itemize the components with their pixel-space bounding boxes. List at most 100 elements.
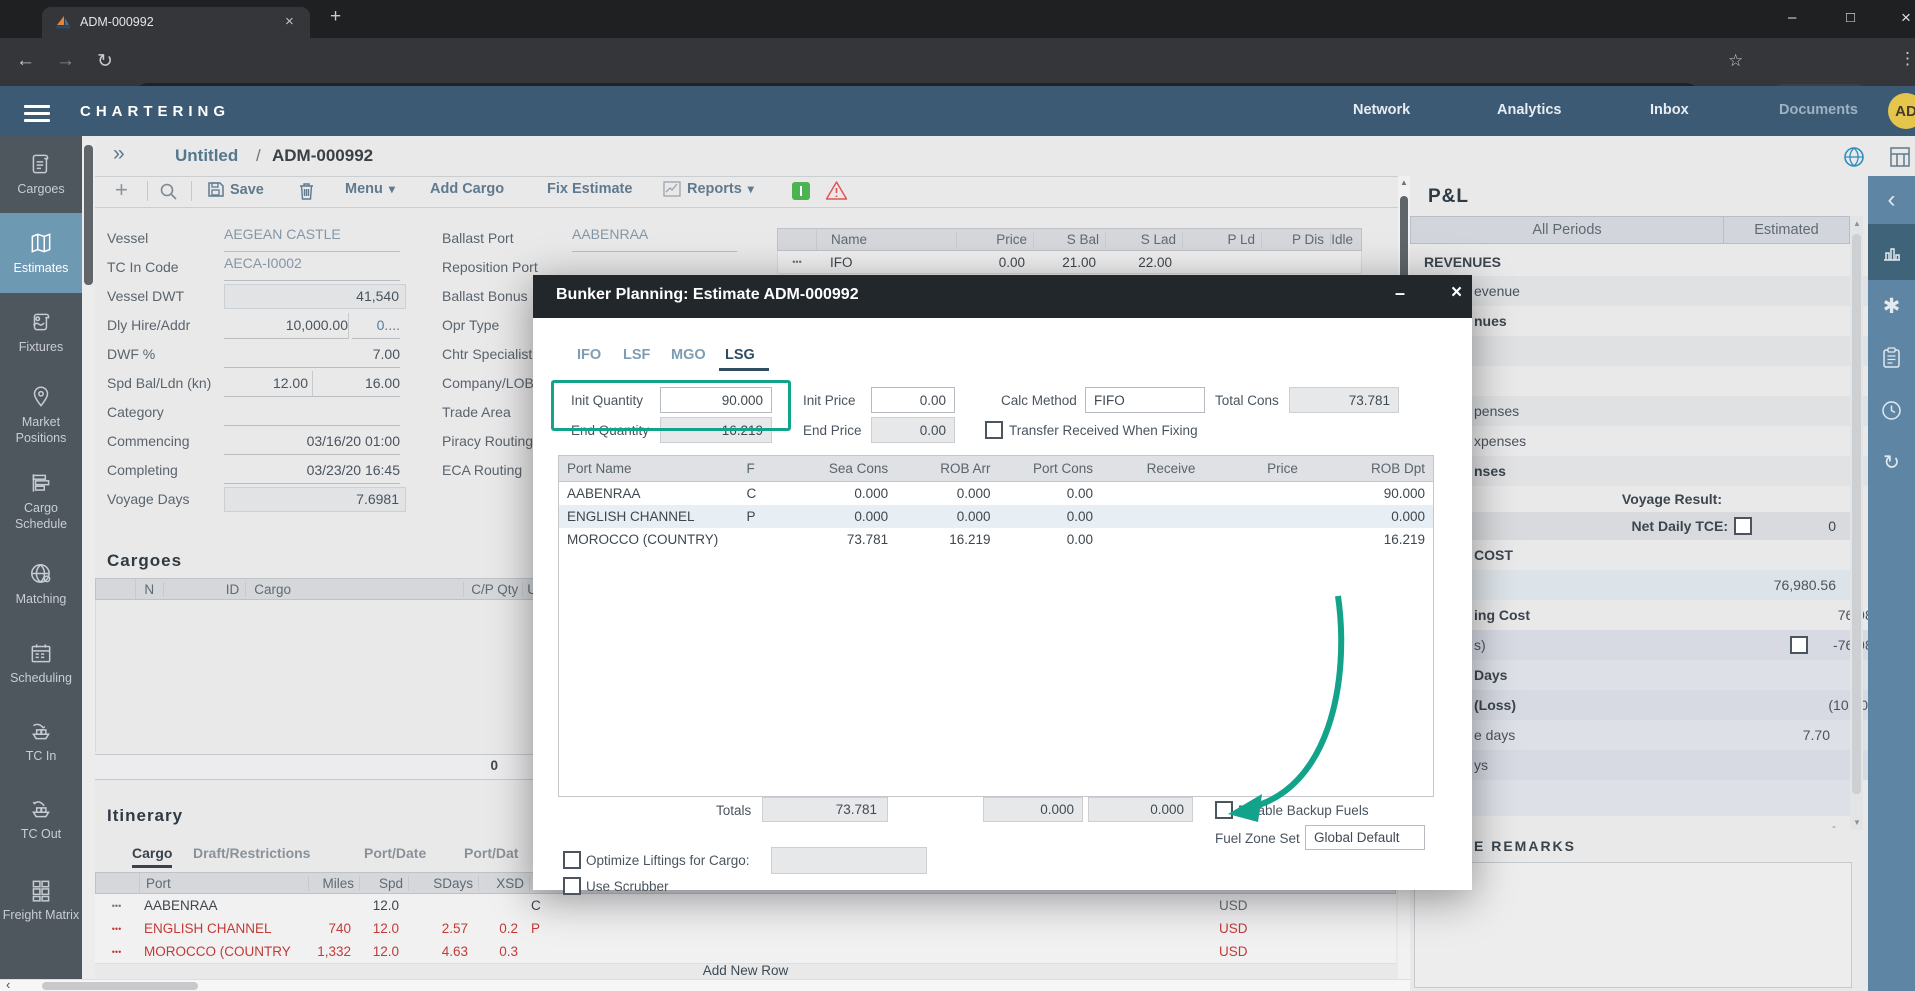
pnl-row[interactable] (1410, 336, 1914, 366)
modal-tab-ifo[interactable]: IFO (577, 347, 601, 363)
pnl-row[interactable]: penses (1410, 396, 1914, 426)
pnl-row[interactable]: evenue (1410, 276, 1914, 306)
reports-button[interactable]: Reports▾ (663, 181, 754, 197)
estimate-remarks-box[interactable] (1414, 862, 1852, 988)
optimize-liftings-checkbox[interactable] (563, 851, 581, 869)
sidebar-item-fixtures[interactable]: Fixtures (0, 293, 82, 371)
avatar[interactable]: AD (1888, 93, 1915, 129)
cargoes-empty-body[interactable] (95, 600, 539, 752)
clock-icon[interactable] (1868, 384, 1915, 436)
bunker-row[interactable]: ENGLISH CHANNELP 0.0000.000 0.00 0.000 (559, 505, 1433, 528)
calc-method-select[interactable]: FIFO (1085, 387, 1205, 413)
clipboard-icon[interactable] (1868, 332, 1915, 384)
modal-tab-mgo[interactable]: MGO (671, 347, 706, 363)
tab-cargo[interactable]: Cargo (132, 845, 172, 868)
sidebar-item-estimates[interactable]: Estimates (0, 213, 82, 293)
forward-icon[interactable]: → (56, 50, 75, 72)
back-icon[interactable]: ← (16, 50, 35, 72)
category-field[interactable] (224, 400, 400, 426)
sidebar-item-tc-in[interactable]: TC In (0, 702, 82, 780)
scroll-up-icon[interactable]: ▲ (1400, 178, 1408, 187)
content-left-scrollbar[interactable] (82, 140, 95, 979)
breadcrumb-untitled[interactable]: Untitled (175, 146, 238, 166)
row-more-icon[interactable]: ••• (95, 947, 138, 957)
settings-gear-icon[interactable]: ✱ (1868, 280, 1915, 332)
speed-ballast-field[interactable]: 12.00 (224, 371, 313, 397)
row-more-icon[interactable]: ••• (778, 257, 816, 267)
use-scrubber-checkbox[interactable] (563, 877, 581, 895)
bunker-row[interactable]: MOROCCO (COUNTRY) 73.78116.219 0.00 16.2… (559, 528, 1433, 551)
hamburger-menu-icon[interactable] (24, 101, 50, 126)
scroll-up-icon[interactable]: ▲ (1853, 219, 1861, 228)
nav-inbox[interactable]: Inbox (1650, 102, 1689, 118)
pnl-row[interactable]: xpenses (1410, 426, 1914, 456)
bottom-horizontal-scrollbar[interactable]: ‹ (0, 979, 1410, 991)
speed-laden-field[interactable]: 16.00 (312, 371, 400, 397)
reload-icon[interactable]: ↻ (97, 50, 113, 73)
window-close-icon[interactable]: × (1901, 8, 1911, 28)
dwf-field[interactable]: 7.00 (224, 342, 400, 368)
bookmark-star-icon[interactable]: ☆ (1728, 51, 1743, 71)
collapse-panel-icon[interactable]: ‹ (1868, 176, 1915, 224)
addr-commission-field[interactable]: 0.... (352, 313, 400, 339)
modal-minimize-icon[interactable]: – (1395, 283, 1405, 304)
pnl-checkbox[interactable] (1790, 636, 1808, 654)
pnl-row[interactable]: e days7.70 (1410, 720, 1914, 750)
fix-estimate-button[interactable]: Fix Estimate (547, 181, 632, 197)
browser-tab[interactable]: ADM-000992 × (42, 7, 310, 38)
pnl-scrollbar[interactable]: ▲ ▼ (1850, 216, 1863, 830)
row-more-icon[interactable]: ••• (95, 924, 138, 934)
menu-button[interactable]: Menu▾ (345, 181, 395, 197)
layout-grid-icon[interactable] (1889, 146, 1911, 168)
pnl-row[interactable]: (Loss)(10,000.00) (1410, 690, 1914, 720)
modal-close-icon[interactable]: × (1451, 282, 1462, 304)
nav-network[interactable]: Network (1353, 102, 1410, 118)
window-minimize-icon[interactable]: – (1788, 9, 1796, 26)
modal-header[interactable]: Bunker Planning: Estimate ADM-000992 – × (533, 275, 1472, 318)
bunker-row[interactable]: AABENRAAC 0.0000.000 0.00 90.000 (559, 482, 1433, 505)
new-tab-icon[interactable]: + (330, 6, 341, 28)
itinerary-row[interactable]: ••• AABENRAA 12.0 C USD (95, 894, 1396, 918)
browser-menu-icon[interactable]: ⋮ (1899, 49, 1915, 69)
pnl-row[interactable]: Days7.70 (1410, 660, 1914, 690)
locked-status-icon[interactable] (792, 182, 810, 200)
sidebar-item-freight-matrix[interactable]: Freight Matrix (0, 858, 82, 943)
add-icon[interactable]: + (115, 177, 128, 203)
pnl-row[interactable]: nues (1410, 306, 1914, 336)
itinerary-row[interactable]: ••• ENGLISH CHANNEL 740 12.0 2.57 0.2 P … (95, 917, 1396, 941)
search-icon[interactable] (159, 182, 178, 201)
pnl-row[interactable] (1410, 366, 1914, 396)
add-cargo-button[interactable]: Add Cargo (430, 181, 504, 197)
completing-field[interactable]: 03/23/20 16:45 (224, 458, 400, 484)
window-maximize-icon[interactable]: □ (1846, 9, 1855, 26)
optimize-liftings-input[interactable] (771, 847, 927, 874)
pnl-col-estimated[interactable]: Estimated (1724, 222, 1849, 238)
tab-close-icon[interactable]: × (285, 13, 294, 30)
sidebar-item-cargoes[interactable]: Cargoes (0, 136, 82, 213)
modal-tab-lsg[interactable]: LSG (725, 347, 755, 363)
tab-port-date[interactable]: Port/Date (364, 845, 426, 861)
vessel-field[interactable]: AEGEAN CASTLE (224, 226, 400, 252)
pnl-row[interactable]: nses (1410, 456, 1914, 486)
transfer-received-checkbox[interactable] (985, 421, 1003, 439)
save-button[interactable]: Save (207, 181, 264, 198)
validation-warning-icon[interactable] (825, 180, 848, 201)
pnl-row[interactable]: ing Cost76,980.56 (1410, 600, 1914, 630)
init-price-input[interactable]: 0.00 (871, 387, 955, 413)
nav-analytics[interactable]: Analytics (1497, 102, 1561, 118)
pnl-row[interactable]: s) -76,980.56 (1410, 630, 1914, 660)
sidebar-item-matching[interactable]: Matching (0, 544, 82, 624)
itinerary-row[interactable]: ••• MOROCCO (COUNTRY 1,332 12.0 4.63 0.3… (95, 940, 1396, 964)
tce-checkbox[interactable] (1734, 517, 1752, 535)
sidebar-item-tc-out[interactable]: TC Out (0, 780, 82, 858)
pnl-view-icon[interactable] (1868, 224, 1915, 280)
hscroll-left-icon[interactable]: ‹ (6, 977, 10, 991)
nav-documents[interactable]: Documents (1779, 102, 1858, 118)
daily-hire-field[interactable]: 10,000.00 (224, 313, 349, 339)
row-more-icon[interactable]: ••• (95, 901, 138, 911)
pnl-row[interactable]: ys7.70 (1410, 750, 1914, 780)
scroll-down-icon[interactable]: ▼ (1853, 818, 1861, 827)
globe-icon[interactable] (1842, 145, 1866, 169)
delete-icon[interactable] (298, 182, 315, 200)
expand-breadcrumb-icon[interactable]: » (113, 142, 125, 166)
